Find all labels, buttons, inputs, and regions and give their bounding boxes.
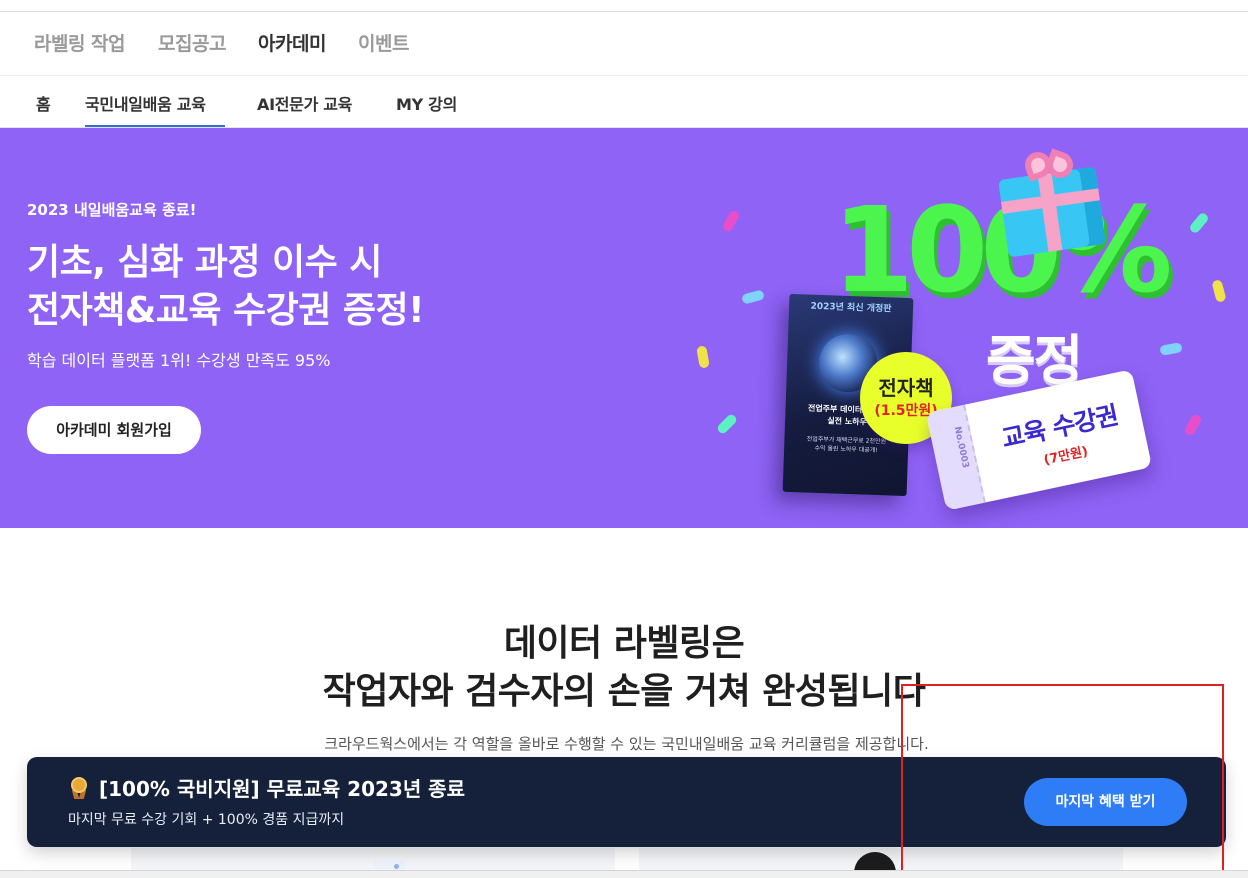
hero-banner: 2023 내일배움교육 종료! 기초, 심화 과정 이수 시 전자책&교육 수강… [0, 128, 1248, 528]
confetti-decoration [696, 345, 710, 369]
gnb-item-event[interactable]: 이벤트 [358, 29, 409, 56]
hero-title: 기초, 심화 과정 이수 시 전자책&교육 수강권 증정! [27, 239, 425, 335]
confetti-decoration [721, 208, 741, 234]
hero-subtitle: 학습 데이터 플랫폼 1위! 수강생 만족도 95% [27, 351, 331, 370]
gift-bow-icon [1021, 148, 1077, 182]
medal-icon [69, 777, 89, 799]
course-voucher-ticket: No.0003 교육 수강권 (7만원) [925, 369, 1153, 511]
confetti-decoration [1188, 211, 1210, 235]
tab-national-training[interactable]: 국민내일배움 교육 [85, 91, 206, 115]
book-edition: 2023년 최신 개정판 [810, 301, 892, 315]
hero-title-line2: 전자책&교육 수강권 증정! [27, 290, 425, 331]
gnb-item-labeling-work[interactable]: 라벨링 작업 [34, 29, 126, 56]
gnb-item-academy[interactable]: 아카데미 [258, 29, 326, 56]
ticket-stub: No.0003 [925, 404, 986, 511]
confetti-decoration [1183, 412, 1203, 438]
hero-eyebrow: 2023 내일배움교육 종료! [27, 201, 197, 219]
promo-100-percent: 100% [832, 181, 1173, 319]
confetti-decoration [1211, 279, 1227, 303]
tab-ai-expert[interactable]: AI전문가 교육 [257, 91, 352, 115]
confetti-decoration [715, 412, 739, 436]
global-nav: 라벨링 작업 모집공고 아카데미 이벤트 [0, 12, 1248, 76]
card-illustration-dot [394, 864, 399, 869]
highlight-annotation-box [901, 684, 1224, 878]
tab-my-courses[interactable]: MY 강의 [396, 91, 457, 115]
ticket-code: No.0003 [951, 425, 971, 470]
ebook-label: 전자책 [878, 376, 934, 400]
tab-home[interactable]: 홈 [36, 91, 51, 115]
active-tab-indicator [85, 125, 225, 127]
section-title-line1: 데이터 라벨링은 [503, 623, 745, 664]
browser-top-edge [0, 0, 1248, 12]
academy-signup-button[interactable]: 아카데미 회원가입 [27, 406, 201, 454]
academy-subnav: 홈 국민내일배움 교육 AI전문가 교육 MY 강의 [0, 77, 1248, 128]
horizontal-scrollbar[interactable] [0, 870, 1248, 878]
gnb-item-recruitment[interactable]: 모집공고 [158, 29, 226, 56]
confetti-decoration [741, 289, 765, 305]
banner-subtitle: 마지막 무료 수강 기회 + 100% 경품 지급까지 [68, 812, 345, 828]
hero-title-line1: 기초, 심화 과정 이수 시 [27, 242, 382, 283]
banner-title: [100% 국비지원] 무료교육 2023년 종료 [99, 777, 465, 801]
confetti-decoration [1159, 342, 1183, 356]
